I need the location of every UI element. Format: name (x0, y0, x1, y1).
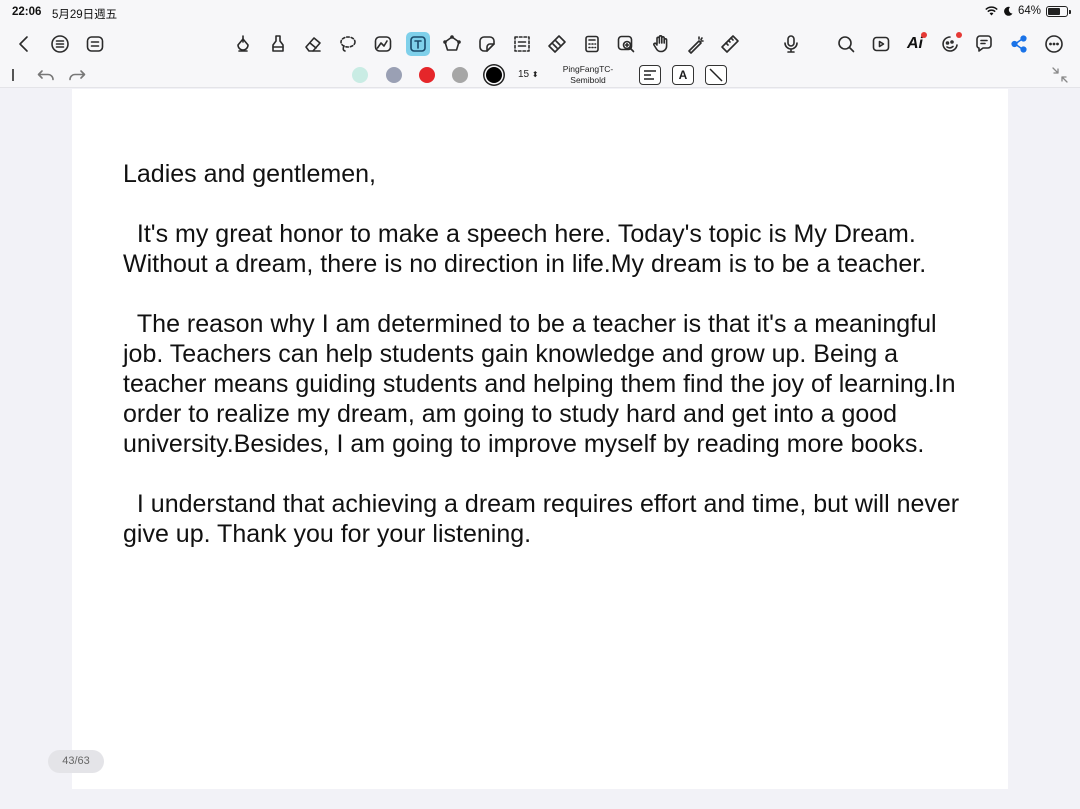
font-size-stepper[interactable]: 15 ⬍ (518, 69, 539, 80)
text-align-button[interactable] (639, 65, 661, 85)
wifi-icon (985, 6, 998, 16)
ruler-icon[interactable] (718, 32, 742, 56)
color-swatch-red[interactable] (419, 67, 435, 83)
color-swatch-slate[interactable] (386, 67, 402, 83)
eraser-icon[interactable] (301, 32, 325, 56)
text-cursor-icon (12, 69, 14, 81)
page-menu-icon[interactable] (83, 32, 107, 56)
comments-icon[interactable] (972, 32, 996, 56)
sticker-icon[interactable] (475, 32, 499, 56)
ai-notification-dot (921, 32, 927, 38)
undo-icon[interactable] (34, 63, 58, 87)
outline-list-icon[interactable] (48, 32, 72, 56)
paragraph-greeting: Ladies and gentlemen, (123, 160, 376, 188)
assistant-notification-dot (956, 32, 962, 38)
zoom-window-icon[interactable] (614, 32, 638, 56)
moon-icon (1004, 6, 1013, 16)
search-icon[interactable] (834, 32, 858, 56)
assistant-icon[interactable] (938, 32, 962, 56)
diagonal-line-icon (709, 68, 723, 82)
text-tool-icon[interactable] (406, 32, 430, 56)
status-bar: 22:06 5月29日週五 64% (0, 0, 1080, 26)
ai-icon[interactable]: Ai (903, 32, 927, 56)
selection-icon[interactable] (510, 32, 534, 56)
ai-label: Ai (907, 35, 923, 52)
color-swatch-mint[interactable] (352, 67, 368, 83)
battery-fill (1048, 7, 1060, 15)
font-picker[interactable]: PingFangTC- Semibold (556, 64, 620, 86)
shape-icon[interactable] (440, 32, 464, 56)
collapse-toolbar-icon[interactable] (1048, 63, 1072, 87)
redo-icon[interactable] (65, 63, 89, 87)
back-icon[interactable] (12, 32, 36, 56)
lasso-icon[interactable] (336, 32, 360, 56)
font-size-value: 15 (518, 69, 530, 80)
main-toolbar: Ai (0, 26, 1080, 62)
color-swatch-gray[interactable] (452, 67, 468, 83)
presentation-icon[interactable] (869, 32, 893, 56)
more-icon[interactable] (1042, 32, 1066, 56)
note-page[interactable]: Ladies and gentlemen, It's my great hono… (72, 89, 1008, 789)
paragraph-intro: It's my great honor to make a speech her… (123, 220, 927, 278)
tape-icon[interactable] (545, 32, 569, 56)
align-left-icon (644, 70, 656, 80)
highlighter-icon[interactable] (266, 32, 290, 56)
status-date: 5月29日週五 (52, 9, 118, 21)
color-swatch-black[interactable] (486, 67, 502, 83)
status-right-group: 64% (985, 5, 1071, 17)
hand-icon[interactable] (649, 32, 673, 56)
battery-icon (1046, 5, 1071, 17)
pen-icon[interactable] (231, 32, 255, 56)
speech-text-box[interactable]: Ladies and gentlemen, It's my great hono… (123, 159, 973, 549)
bold-button[interactable]: A (672, 65, 694, 85)
image-icon[interactable] (371, 32, 395, 56)
status-time: 22:06 (12, 6, 42, 18)
share-icon[interactable] (1007, 32, 1031, 56)
microphone-icon[interactable] (779, 32, 803, 56)
font-name-line1: PingFangTC- (562, 64, 614, 74)
page-indicator[interactable]: 43/63 (48, 750, 104, 773)
text-box-border-button[interactable] (705, 65, 727, 85)
font-name-line2: Semibold (570, 75, 606, 85)
text-options-bar: 15 ⬍ PingFangTC- Semibold A (0, 62, 1080, 88)
paragraph-closing: I understand that achieving a dream requ… (123, 490, 967, 548)
bold-label: A (678, 68, 688, 82)
calculator-icon[interactable] (580, 32, 604, 56)
laser-pointer-icon[interactable] (684, 32, 708, 56)
paragraph-reason: The reason why I am determined to be a t… (123, 310, 963, 458)
stepper-arrows-icon: ⬍ (531, 70, 539, 79)
battery-percent: 64% (1017, 5, 1041, 17)
